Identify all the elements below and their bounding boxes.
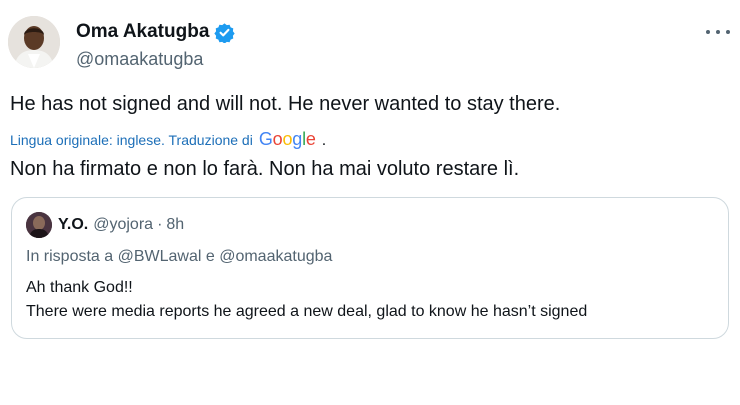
tweet-card: Oma Akatugba @omaakatugba He has not sig… — [0, 0, 740, 405]
author-avatar[interactable] — [8, 16, 60, 68]
quoted-tweet[interactable]: Y.O. @yojora · 8h In risposta a @BWLawal… — [11, 197, 729, 339]
more-dot — [726, 30, 730, 34]
quoted-timestamp[interactable]: 8h — [166, 216, 184, 234]
quoted-author-handle[interactable]: @yojora — [93, 216, 153, 234]
translated-text: Non ha firmato e non lo farà. Non ha mai… — [10, 158, 520, 180]
separator-dot: · — [157, 216, 163, 233]
quoted-tweet-header: Y.O. @yojora · 8h — [26, 212, 184, 238]
quoted-author-avatar — [26, 212, 52, 238]
more-dot — [706, 30, 710, 34]
reply-context: In risposta a @BWLawal e @omaakatugba — [26, 248, 333, 265]
translation-suffix: . — [321, 132, 327, 149]
quoted-author-name[interactable]: Y.O. — [58, 216, 88, 234]
quoted-text-line-1: Ah thank God!! — [26, 279, 133, 296]
translation-label[interactable]: Lingua originale: inglese. Traduzione di — [10, 132, 253, 148]
author-header: Oma Akatugba @omaakatugba — [76, 20, 236, 70]
tweet-text: He has not signed and will not. He never… — [10, 93, 561, 115]
author-display-name[interactable]: Oma Akatugba — [76, 21, 209, 43]
more-dot — [716, 30, 720, 34]
avatar-image — [8, 16, 60, 68]
more-options-icon[interactable] — [706, 22, 730, 42]
author-handle[interactable]: @omaakatugba — [76, 49, 235, 70]
verified-badge-icon — [214, 22, 236, 43]
quoted-tweet-text: Ah thank God!! There were media reports … — [26, 276, 587, 324]
google-logo: Google — [258, 129, 316, 149]
translation-note: Lingua originale: inglese. Traduzione di… — [10, 129, 326, 150]
quoted-text-line-2: There were media reports he agreed a new… — [26, 303, 588, 320]
